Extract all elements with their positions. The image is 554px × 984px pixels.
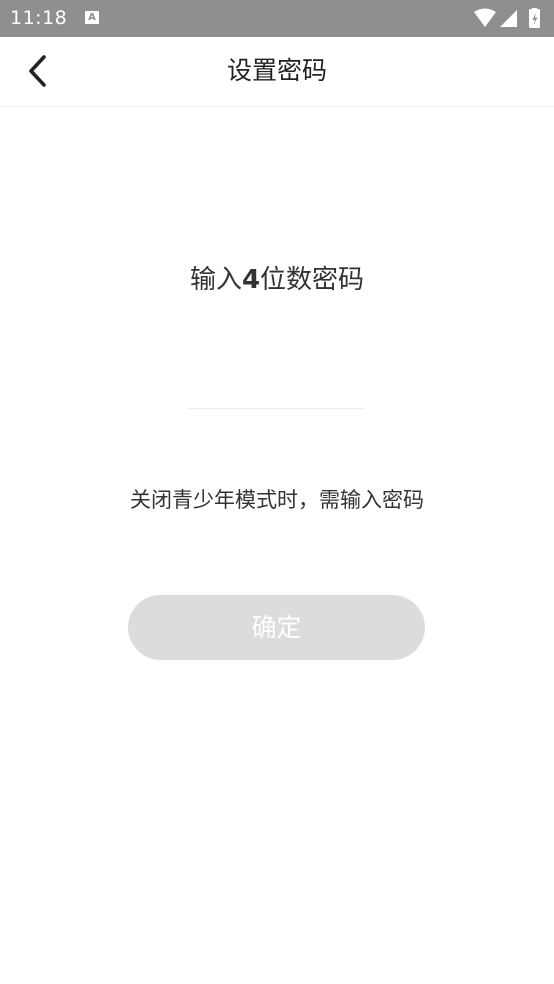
prompt-digit-count: 4: [241, 265, 261, 295]
app-bar: 设置密码: [0, 37, 554, 107]
password-length-prompt: 输入4位数密码: [0, 262, 554, 298]
pin-input[interactable]: [188, 360, 364, 409]
page-title: 设置密码: [226, 56, 327, 85]
signal-icon: [500, 10, 517, 27]
prompt-prefix: 输入: [189, 265, 242, 295]
a-notification-icon: A: [85, 11, 99, 24]
status-bar: 11:18 A: [0, 0, 554, 37]
notification-glyph: A: [88, 12, 96, 23]
prompt-suffix: 位数密码: [260, 265, 365, 295]
wifi-icon: [474, 8, 496, 27]
battery-charging-icon: [529, 8, 540, 28]
status-time: 11:18: [10, 7, 68, 29]
status-icons: [474, 8, 546, 30]
password-hint: 关闭青少年模式时，需输入密码: [130, 488, 424, 512]
confirm-button[interactable]: 确定: [128, 595, 425, 660]
